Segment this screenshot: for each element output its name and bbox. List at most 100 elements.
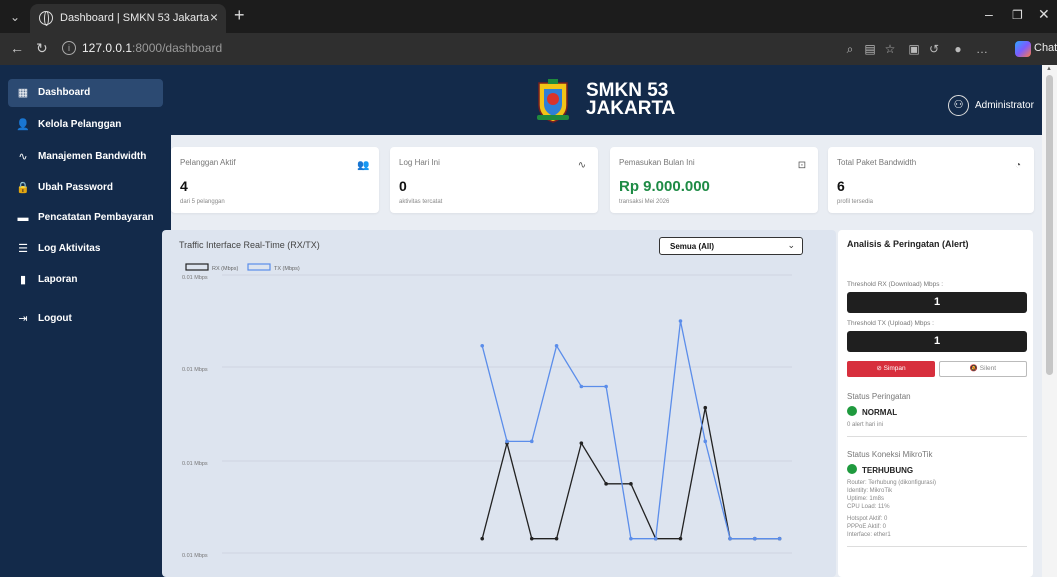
sidebar-item-laporan[interactable]: ▮ Laporan [8, 266, 163, 294]
browser-tabstrip: ⌄ Dashboard | SMKN 53 Jakarta × + – ❐ ✕ [0, 0, 1057, 33]
restore-icon[interactable]: ❐ [1012, 8, 1023, 22]
card-label: Pelanggan Aktif [180, 158, 236, 167]
zoom-icon[interactable]: ⌕ [843, 42, 857, 56]
sidebar: ▦ Dashboard 👤 Kelola Pelanggan ∿ Manajem… [0, 65, 171, 577]
sidebar-item-label: Kelola Pelanggan [38, 119, 122, 130]
speedometer-icon: ◔ [1014, 160, 1022, 171]
lock-icon: 🔒 [16, 182, 30, 194]
data-point [604, 384, 608, 389]
card-sub: transaksi Mei 2026 [619, 199, 670, 205]
mikrotik-title: Status Koneksi MikroTik [847, 450, 933, 459]
grid-icon: ▦ [17, 87, 29, 99]
series-line [481, 407, 780, 540]
user-name[interactable]: Administrator [975, 100, 1034, 111]
scroll-up-icon[interactable]: ▲ [1046, 66, 1052, 72]
copilot-icon[interactable] [1015, 41, 1031, 57]
legend-label: RX (Mbps) [212, 266, 238, 272]
interface-info: Interface: ether1 [847, 532, 891, 538]
activity-icon: ∿ [577, 160, 587, 171]
rx-threshold-input[interactable]: 1 [847, 292, 1027, 313]
wallet-icon: ▬ [17, 212, 29, 224]
data-point [604, 482, 608, 486]
sidebar-item-logout[interactable]: ⇥ Logout [8, 305, 163, 333]
favorite-star-icon[interactable]: ☆ [883, 42, 897, 56]
data-point [703, 439, 708, 444]
users-icon: 👥 [357, 160, 370, 171]
sidebar-item-dashboard[interactable]: ▦ Dashboard [8, 79, 163, 107]
data-point [777, 536, 782, 541]
globe-icon [39, 11, 53, 26]
identity-info: Identity: MikroTik [847, 488, 893, 494]
divider [847, 436, 1027, 437]
y-tick-label: 0.01 Mbps [182, 553, 208, 559]
tab-close-icon[interactable]: × [210, 9, 218, 25]
card-sub: profil tersedia [837, 199, 874, 205]
data-point [728, 536, 732, 541]
save-button[interactable]: ⊘ Simpan [847, 361, 935, 377]
sidebar-item-label: Log Aktivitas [38, 243, 101, 254]
new-tab-icon[interactable]: + [234, 5, 245, 26]
tab-title: Dashboard | SMKN 53 Jakarta [60, 12, 209, 24]
chat-label[interactable]: Chat [1034, 42, 1057, 54]
browser-tab[interactable]: Dashboard | SMKN 53 Jakarta × [30, 4, 226, 33]
data-point [480, 536, 485, 541]
data-point [554, 343, 559, 348]
status-title: Status Peringatan [847, 392, 911, 401]
more-icon[interactable]: … [975, 42, 989, 56]
url-host: 127.0.0.1 [82, 41, 133, 55]
router-info: Router: Terhubung (dikonfigurasi) [847, 480, 936, 486]
sidebar-item-manajemen-bandwidth[interactable]: ∿ Manajemen Bandwidth [8, 143, 163, 171]
url-path: :8000/dashboard [132, 41, 223, 55]
sidebar-item-kelola-pelanggan[interactable]: 👤 Kelola Pelanggan [8, 111, 163, 139]
scroll-thumb[interactable] [1046, 75, 1053, 375]
mikrotik-dot-icon [847, 464, 857, 474]
info-icon[interactable]: i [62, 41, 76, 55]
extension-icon[interactable]: ▣ [907, 42, 921, 56]
close-window-icon[interactable]: ✕ [1038, 6, 1050, 23]
data-point [579, 384, 584, 389]
tab-search-chevron-icon[interactable]: ⌄ [6, 8, 24, 26]
reload-icon[interactable]: ↻ [36, 40, 48, 57]
card-label: Total Paket Bandwidth [837, 158, 917, 167]
sidebar-item-label: Laporan [38, 274, 78, 285]
user-icon: 👤 [16, 119, 30, 131]
url-field[interactable]: i 127.0.0.1:8000/dashboard [62, 38, 842, 60]
data-point [480, 343, 485, 348]
data-point [529, 439, 534, 444]
silent-button[interactable]: 🔕 Silent [939, 361, 1027, 377]
card-value: 0 [399, 178, 407, 194]
brand-title: SMKN 53 JAKARTA [586, 81, 675, 118]
sidebar-item-pencatatan-pembayaran[interactable]: ▬ Pencatatan Pembayaran [8, 204, 163, 232]
sidebar-item-ubah-password[interactable]: 🔒 Ubah Password [8, 174, 163, 202]
stat-card-pemasukan: Pemasukan Bulan Ini ⊡ Rp 9.000.000 trans… [610, 147, 818, 213]
page-scrollbar[interactable]: ▲ [1042, 65, 1057, 577]
stat-card-total-paket: Total Paket Bandwidth ◔ 6 profil tersedi… [828, 147, 1034, 213]
alert-title: Analisis & Peringatan (Alert) [847, 239, 969, 249]
app: ▦ Dashboard 👤 Kelola Pelanggan ∿ Manajem… [0, 65, 1057, 577]
data-point [678, 536, 683, 541]
refresh-extension-icon[interactable]: ↺ [927, 42, 941, 56]
y-tick-label: 0.01 Mbps [182, 275, 208, 281]
minimize-icon[interactable]: – [985, 6, 993, 22]
data-point [629, 482, 633, 486]
status-dot-icon [847, 406, 857, 416]
legend-swatch [185, 263, 209, 271]
reader-icon[interactable]: ▤ [863, 42, 877, 56]
card-label: Pemasukan Bulan Ini [619, 158, 695, 167]
tx-threshold-input[interactable]: 1 [847, 331, 1027, 352]
traffic-chart-panel: Traffic Interface Real-Time (RX/TX) Semu… [162, 230, 836, 577]
pppoe-info: PPPoE Aktif: 0 [847, 524, 887, 530]
profile-icon[interactable]: ● [951, 42, 965, 56]
user-avatar-icon[interactable]: ⚇ [948, 95, 969, 116]
main-content: SMKN 53 JAKARTA ⚇ Administrator Pelangga… [162, 65, 1042, 577]
back-icon[interactable]: ← [10, 40, 24, 56]
data-point [653, 536, 658, 541]
cash-icon: ⊡ [797, 160, 807, 171]
status-sub: 0 alert hari ini [847, 422, 884, 428]
pulse-icon: ∿ [18, 151, 28, 163]
sidebar-item-label: Pencatatan Pembayaran [38, 212, 154, 223]
card-value: 6 [837, 178, 845, 194]
document-icon: ▮ [19, 274, 27, 286]
data-point [505, 439, 509, 444]
sidebar-item-log-aktivitas[interactable]: ☰ Log Aktivitas [8, 235, 163, 263]
